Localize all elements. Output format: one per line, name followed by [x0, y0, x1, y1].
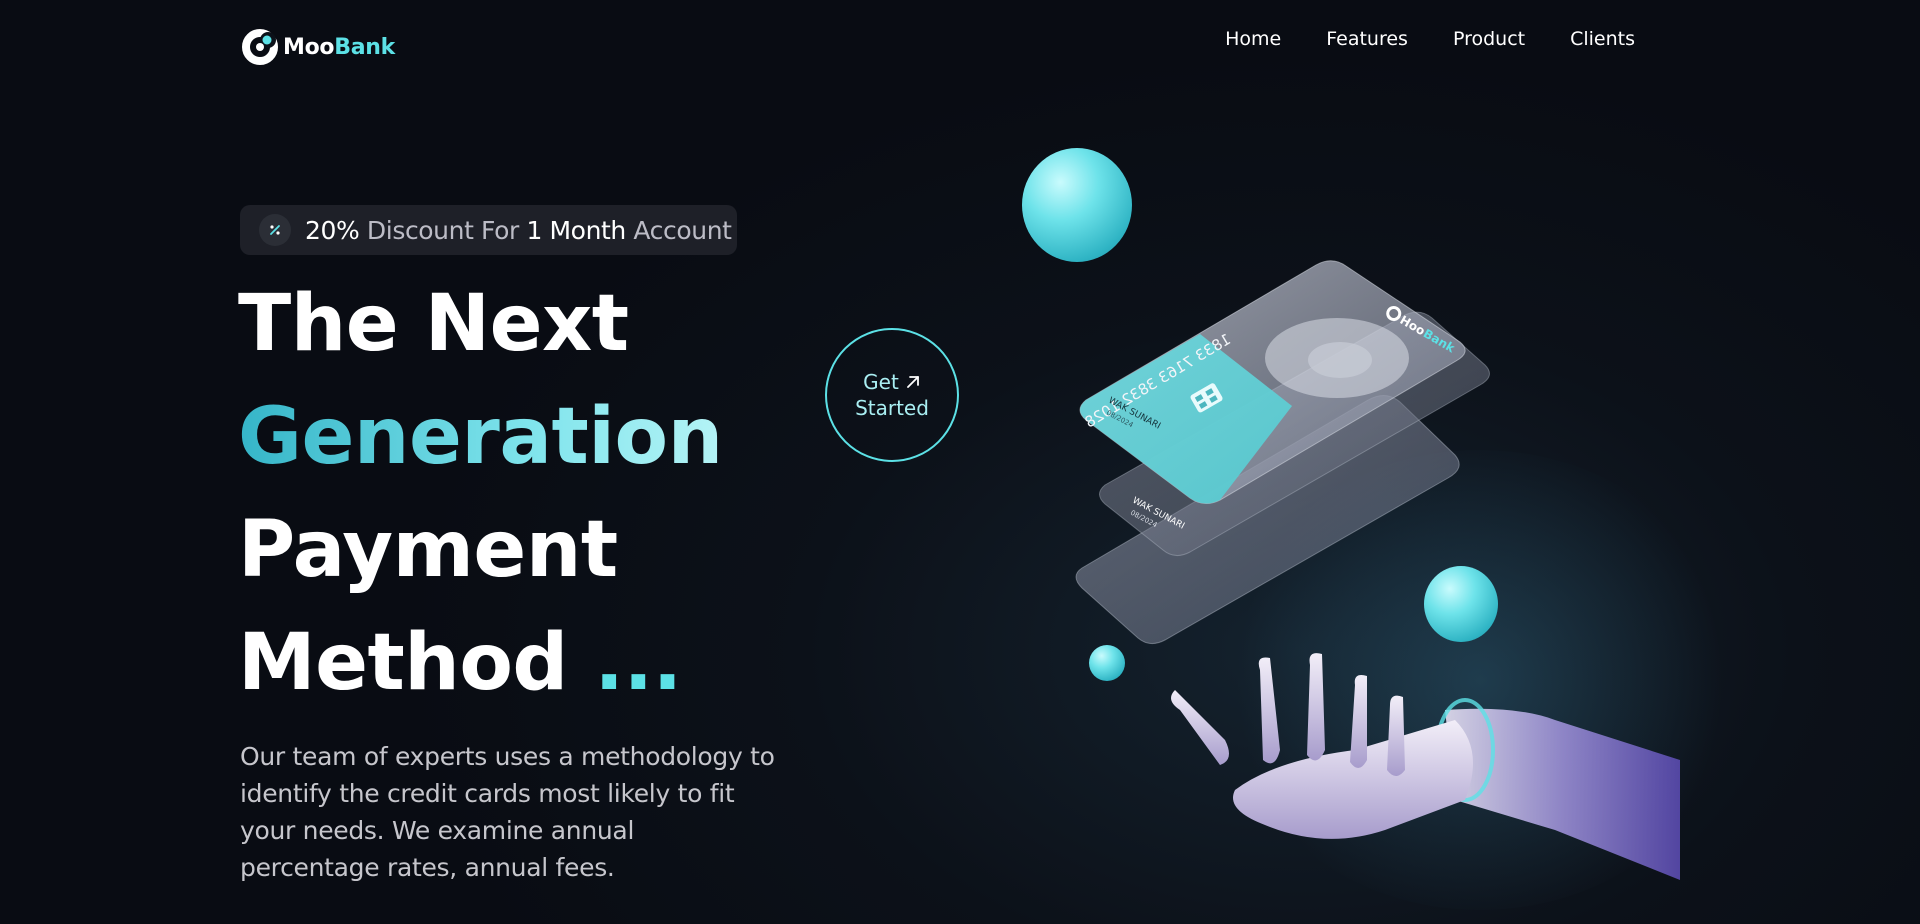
- discount-account: Account: [633, 215, 732, 245]
- nav-links: Home Features Product Clients: [1225, 28, 1635, 50]
- discount-text: 20% Discount For 1 Month Account: [305, 216, 732, 245]
- nav-clients[interactable]: Clients: [1570, 28, 1635, 50]
- logo-mark-icon: [241, 27, 281, 67]
- brand-name: MooBank: [283, 35, 395, 60]
- get-started-button[interactable]: Get Started: [825, 328, 959, 462]
- robot-finger-5: [1387, 695, 1405, 776]
- get-word: Get: [863, 370, 899, 394]
- get-started-label: Get Started: [855, 369, 929, 421]
- get-started-line1: Get: [855, 369, 929, 395]
- discount-value: 20%: [305, 215, 360, 245]
- brand-name-part1: Moo: [283, 34, 335, 60]
- robot-finger-2: [1258, 657, 1280, 764]
- hero-title-line4: Method ...: [238, 607, 723, 720]
- nav-product[interactable]: Product: [1453, 28, 1525, 50]
- robot-finger-3: [1307, 653, 1325, 761]
- hero-title-dots: ...: [594, 618, 682, 708]
- robot-finger-4: [1350, 675, 1367, 769]
- discount-badge: 20% Discount For 1 Month Account: [240, 205, 737, 255]
- hero-title: The Next Generation Payment Method ...: [238, 268, 723, 720]
- hero-title-line3: Payment: [238, 505, 618, 595]
- hero-description: Our team of experts uses a methodology t…: [240, 742, 775, 882]
- stacked-cards: WAK SUNARI 08/2024 1833 7163 3832 1028 H…: [1075, 260, 1490, 644]
- nav-features[interactable]: Features: [1326, 28, 1408, 50]
- brand-name-part2: Bank: [334, 34, 395, 60]
- percent-icon: [259, 214, 291, 246]
- brand-logo[interactable]: MooBank: [241, 27, 395, 67]
- robot-hand: [1171, 653, 1680, 880]
- hero-title-line1: The Next: [238, 279, 629, 369]
- top-nav: MooBank Home Features Product Clients: [0, 0, 1920, 82]
- hero-title-line2: Generation: [238, 381, 723, 494]
- hero-title-method: Method: [238, 618, 568, 708]
- started-word: Started: [855, 396, 929, 420]
- nav-home[interactable]: Home: [1225, 28, 1281, 50]
- discount-for: For: [481, 215, 519, 245]
- robot-finger-1: [1171, 690, 1229, 765]
- hero-illustration: WAK SUNARI 08/2024 1833 7163 3832 1028 H…: [1000, 130, 1740, 910]
- card-top-emblem-inner: [1308, 342, 1372, 378]
- arrow-up-right-icon: [906, 376, 919, 388]
- discount-duration: 1 Month: [526, 215, 626, 245]
- discount-word: Discount: [366, 215, 474, 245]
